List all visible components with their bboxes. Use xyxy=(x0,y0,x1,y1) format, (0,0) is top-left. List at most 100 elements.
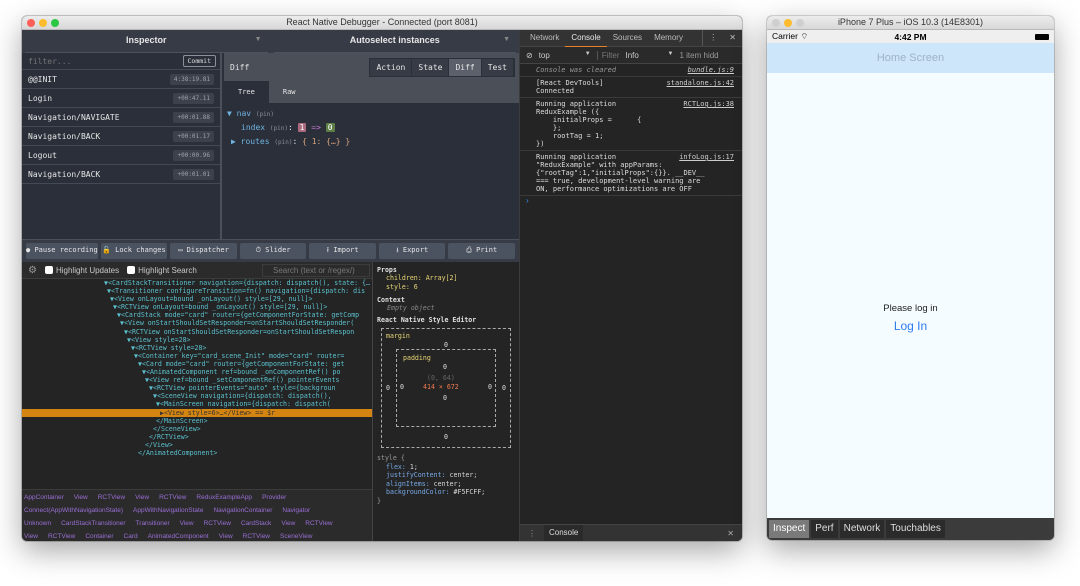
tab-action[interactable]: Action xyxy=(370,58,413,76)
tree-node[interactable]: ▼<View style=28> xyxy=(22,336,372,344)
inspector-tab-touchables[interactable]: Touchables xyxy=(886,520,945,538)
gear-icon[interactable]: ⚙ xyxy=(28,265,37,276)
action-item[interactable]: Login +00:47.11 xyxy=(22,89,220,108)
autoselect-dropdown[interactable]: Autoselect instances ▼ xyxy=(273,30,516,53)
tree-node[interactable]: ▼<RCTView onLayout=bound _onLayout() sty… xyxy=(22,303,372,311)
devtools-tab-memory[interactable]: Memory xyxy=(648,30,689,46)
margin-right[interactable]: 0 xyxy=(502,384,506,392)
padding-left[interactable]: 0 xyxy=(400,383,404,391)
breadcrumb-item[interactable]: View xyxy=(180,520,194,527)
drawer-console-tab[interactable]: Console xyxy=(544,525,584,541)
commit-button[interactable]: Commit xyxy=(182,55,216,67)
breadcrumb-item[interactable]: AnimatedComponent xyxy=(148,533,209,540)
breadcrumb-item[interactable]: View xyxy=(219,533,233,540)
breadcrumb-item[interactable]: CardStack xyxy=(241,520,271,527)
more-icon[interactable]: ⋮ xyxy=(520,529,544,538)
tree-node[interactable]: ▶<View style=6>…</View> == $r xyxy=(22,408,372,417)
inspector-dropdown[interactable]: Inspector ▼ xyxy=(25,30,268,53)
breadcrumb-item[interactable]: Navigator xyxy=(282,507,310,514)
tree-node[interactable]: ▼<CardStack mode="card" router={getCompo… xyxy=(22,311,372,319)
diff-routes-row[interactable]: ▶ routes (pin): { 1: {…} } xyxy=(227,135,516,149)
breadcrumb-item[interactable]: Provider xyxy=(262,494,286,501)
style-prop[interactable]: backgroundColor: #F5FCFF; xyxy=(377,488,515,497)
breadcrumb-item[interactable]: RCTView xyxy=(48,533,75,540)
action-item[interactable]: Logout +00:00.96 xyxy=(22,146,220,165)
tree-node[interactable]: ▼<CardStackTransitioner navigation={disp… xyxy=(22,279,372,287)
breadcrumb-item[interactable]: ReduxExampleApp xyxy=(196,494,252,501)
more-icon[interactable]: ⋮ xyxy=(702,30,723,46)
tree-node[interactable]: ▼<RCTView pointerEvents="auto" style={ba… xyxy=(22,384,372,392)
console-source-link[interactable]: RCTLog.js:38 xyxy=(683,100,734,108)
prop-item[interactable]: children: Array[2] xyxy=(377,274,515,283)
style-value[interactable]: #F5FCFF; xyxy=(454,488,486,496)
level-select[interactable]: Info ▼ xyxy=(625,51,673,60)
dispatcher-button[interactable]: ▭ Dispatcher xyxy=(170,243,237,259)
tree-node[interactable]: </View> xyxy=(22,441,372,449)
breadcrumb-item[interactable]: RCTView xyxy=(243,533,270,540)
lock-changes-button[interactable]: 🔓 Lock changes xyxy=(100,243,168,259)
action-item[interactable]: @@INIT 4:38:19.81 xyxy=(22,70,220,89)
console-prompt[interactable]: › xyxy=(520,196,742,205)
filter-input[interactable] xyxy=(28,56,183,66)
close-icon[interactable]: ✕ xyxy=(727,529,742,538)
action-item[interactable]: Navigation/BACK +00:01.01 xyxy=(22,165,220,184)
margin-bottom[interactable]: 0 xyxy=(444,433,448,441)
devtools-tab-sources[interactable]: Sources xyxy=(607,30,648,46)
breadcrumb-item[interactable]: Container xyxy=(85,533,113,540)
breadcrumb-item[interactable]: Connect(AppWithNavigationState) xyxy=(24,507,123,514)
tree-node[interactable]: ▼<View onStartShouldSetResponder=onStart… xyxy=(22,319,372,327)
tab-test[interactable]: Test xyxy=(481,58,514,76)
console-source-link[interactable]: infoLog.js:17 xyxy=(679,153,734,161)
inspector-tab-inspect[interactable]: Inspect xyxy=(769,520,810,538)
export-button[interactable]: ⭳ Export xyxy=(378,243,446,259)
close-icon[interactable]: ✕ xyxy=(723,30,742,46)
tree-node[interactable]: </SceneView> xyxy=(22,425,372,433)
tree-node[interactable]: ▼<View ref=bound _setComponentRef() poin… xyxy=(22,376,372,384)
breadcrumb-item[interactable]: SceneView xyxy=(280,533,312,540)
style-value[interactable]: 1; xyxy=(410,463,418,471)
inspector-tab-network[interactable]: Network xyxy=(839,520,885,538)
slider-button[interactable]: ⏱ Slider xyxy=(239,243,307,259)
tree-node[interactable]: ▼<AnimatedComponent ref=bound _onCompone… xyxy=(22,368,372,376)
padding-bottom[interactable]: 0 xyxy=(443,394,447,402)
tree-node[interactable]: ▼<MainScreen navigation={dispatch: dispa… xyxy=(22,400,372,408)
component-search-input[interactable]: Search (text or /regex/) xyxy=(262,264,370,277)
breadcrumb-item[interactable]: View xyxy=(74,494,88,501)
breadcrumb-item[interactable]: Transitioner xyxy=(136,520,170,527)
tree-node[interactable]: ▼<View onLayout=bound _onLayout() style=… xyxy=(22,295,372,303)
action-item[interactable]: Navigation/NAVIGATE +00:01.88 xyxy=(22,108,220,127)
margin-top[interactable]: 0 xyxy=(444,341,448,349)
breadcrumb-item[interactable]: Card xyxy=(124,533,138,540)
padding-top[interactable]: 0 xyxy=(443,363,447,371)
breadcrumb-item[interactable]: View xyxy=(24,533,38,540)
padding-right[interactable]: 0 xyxy=(488,383,492,391)
tree-node[interactable]: ▼<SceneView navigation={dispatch: dispat… xyxy=(22,392,372,400)
breadcrumb-item[interactable]: AppContainer xyxy=(24,494,64,501)
breadcrumb-item[interactable]: RCTView xyxy=(98,494,125,501)
pause-recording-button[interactable]: ● Pause recording xyxy=(26,243,98,259)
breadcrumb-item[interactable]: AppWithNavigationState xyxy=(133,507,203,514)
breadcrumb-item[interactable]: CardStackTransitioner xyxy=(61,520,125,527)
console-source-link[interactable]: bundle.js:9 xyxy=(688,66,734,74)
tree-node[interactable]: ▼<Container key="card_scene_Init" mode="… xyxy=(22,352,372,360)
breadcrumb-item[interactable]: Unknown xyxy=(24,520,51,527)
tree-node[interactable]: ▼<RCTView onStartShouldSetResponder=onSt… xyxy=(22,328,372,336)
breadcrumb-item[interactable]: View xyxy=(135,494,149,501)
devtools-tab-console[interactable]: Console xyxy=(565,30,607,47)
style-value[interactable]: center; xyxy=(434,480,462,488)
highlight-search-checkbox[interactable]: Highlight Search xyxy=(127,266,197,275)
style-prop[interactable]: flex: 1; xyxy=(377,463,515,472)
devtools-tab-network[interactable]: Network xyxy=(524,30,565,46)
console-filter-input[interactable]: Filter xyxy=(596,50,619,60)
style-value[interactable]: center; xyxy=(450,471,478,479)
breadcrumb-item[interactable]: View xyxy=(281,520,295,527)
prop-item[interactable]: style: 6 xyxy=(377,283,515,292)
tree-node[interactable]: </AnimatedComponent> xyxy=(22,449,372,457)
style-prop[interactable]: justifyContent: center; xyxy=(377,471,515,480)
subtab-raw[interactable]: Raw xyxy=(269,81,310,103)
clear-console-icon[interactable]: ⊘ xyxy=(526,51,533,60)
breadcrumb-item[interactable]: RCTView xyxy=(305,520,332,527)
margin-left[interactable]: 0 xyxy=(386,384,390,392)
inspector-tab-perf[interactable]: Perf xyxy=(811,520,838,538)
action-item[interactable]: Navigation/BACK +00:01.17 xyxy=(22,127,220,146)
